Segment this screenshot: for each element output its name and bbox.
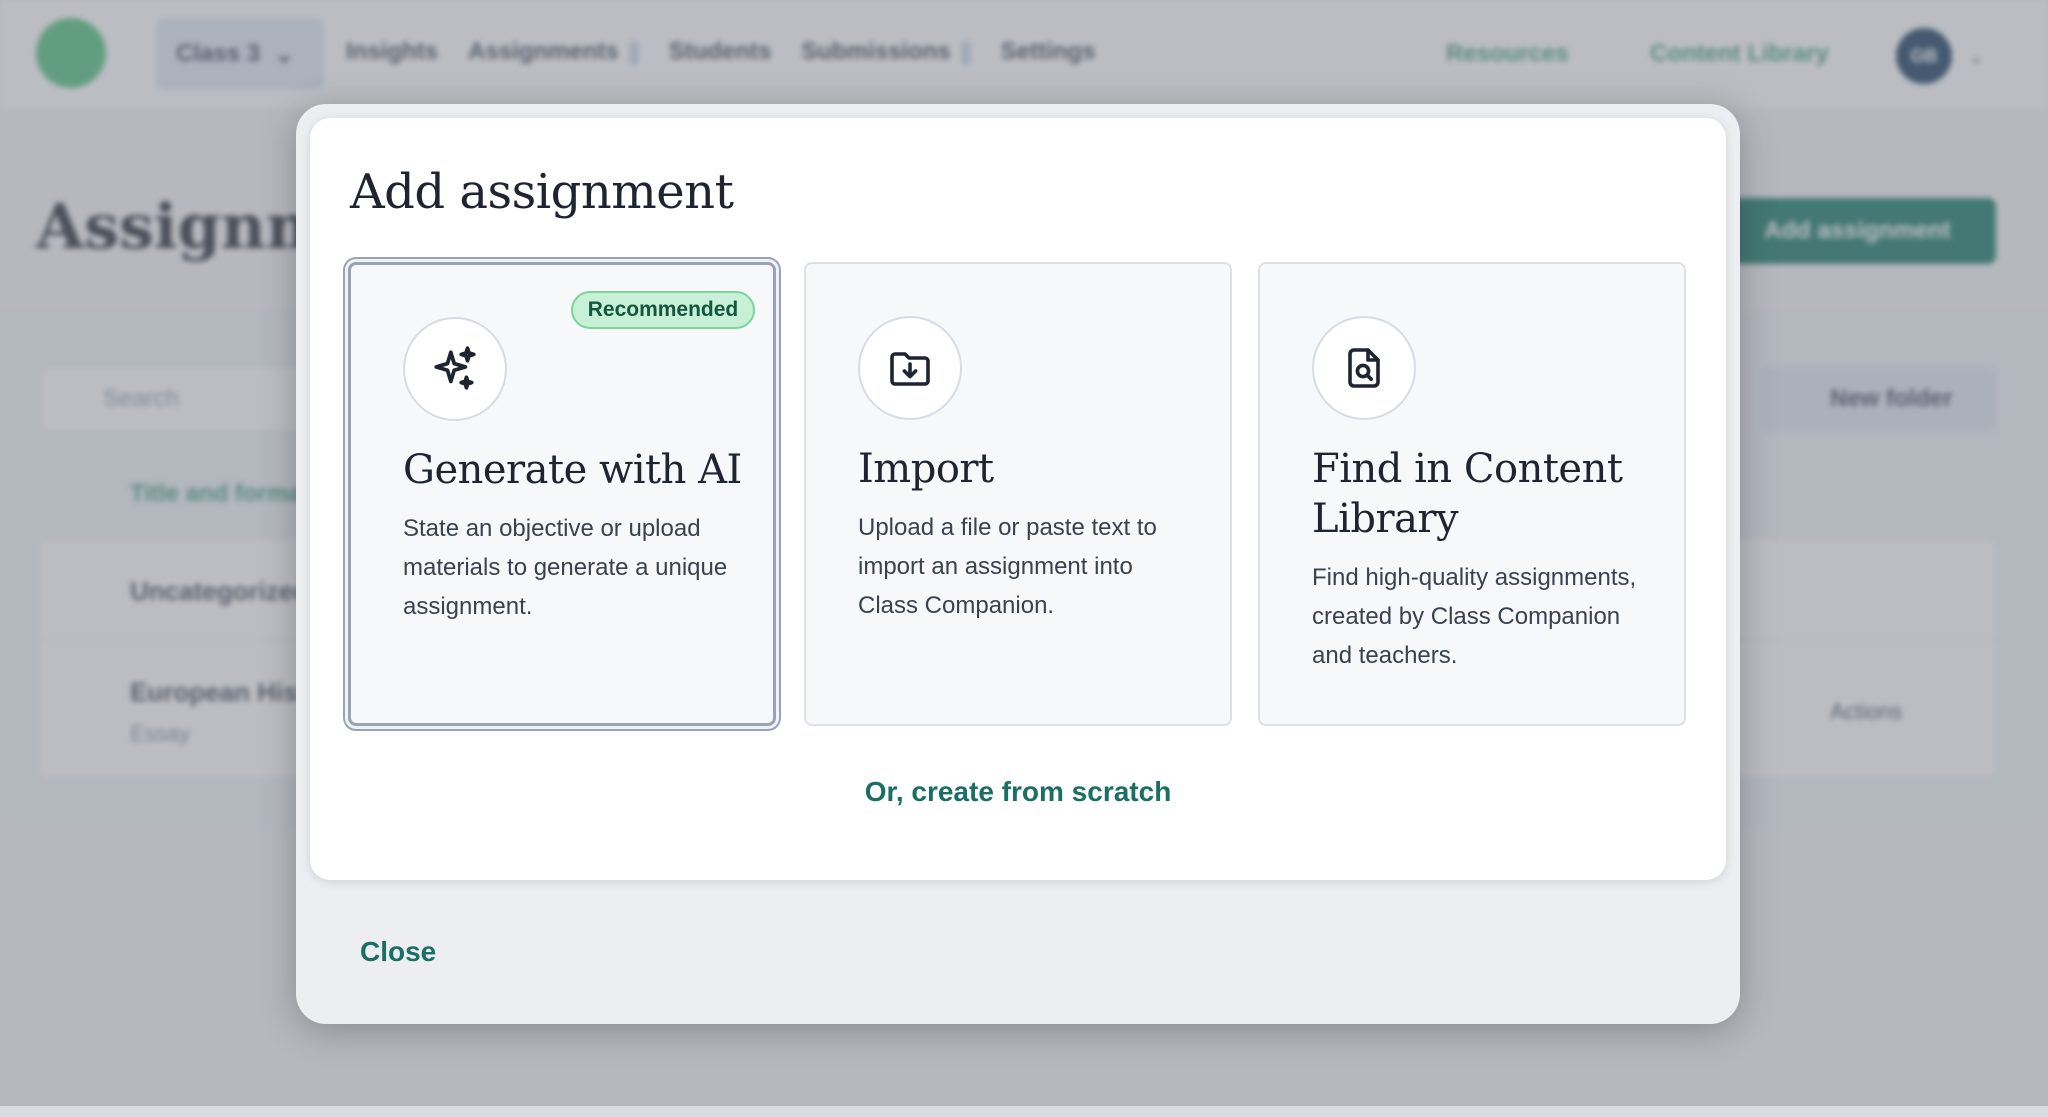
close-button[interactable]: Close [360, 930, 472, 974]
option-title: Find in Content Library [1312, 446, 1623, 542]
recommended-badge: Recommended [571, 291, 755, 329]
option-title: Generate with AI [403, 447, 742, 493]
option-description: State an objective or upload materials t… [403, 515, 728, 620]
page-bottom-edge [0, 1106, 2048, 1117]
dialog-title: Add assignment [350, 164, 734, 220]
sparkles-icon [403, 317, 507, 421]
folder-download-icon [858, 316, 962, 420]
content-library-card[interactable]: Find in Content Library Find high-qualit… [1258, 262, 1686, 726]
option-description: Find high-quality assignments, created b… [1312, 564, 1637, 669]
generate-with-ai-card[interactable]: Recommended Generate with AI State an ob… [348, 262, 776, 726]
create-from-scratch-link[interactable]: Or, create from scratch [700, 776, 1336, 808]
file-search-icon [1312, 316, 1416, 420]
option-title: Import [858, 446, 994, 492]
import-card[interactable]: Import Upload a file or paste text to im… [804, 262, 1232, 726]
option-description: Upload a file or paste text to import an… [858, 514, 1157, 619]
